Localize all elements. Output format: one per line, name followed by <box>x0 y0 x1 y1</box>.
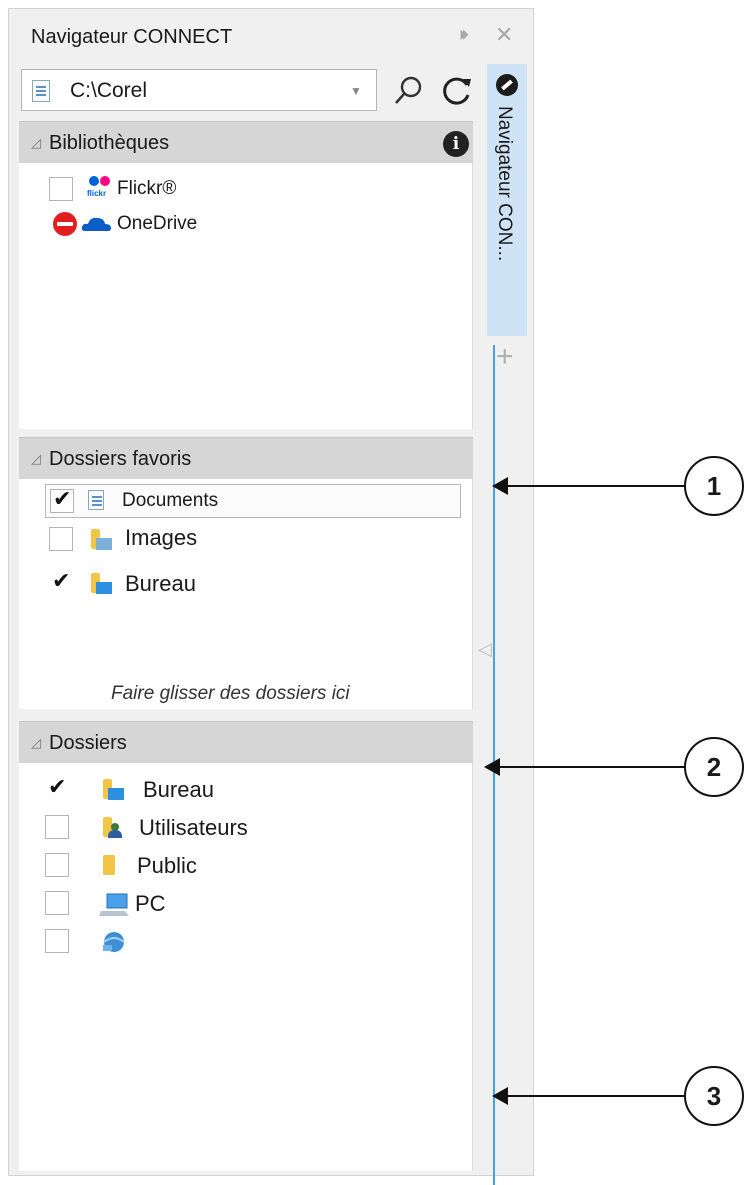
title-bar: Navigateur CONNECT ⏵⏵ ✕ <box>9 9 533 65</box>
add-tab-button[interactable]: + <box>496 340 514 374</box>
folder-item-public[interactable]: Public <box>45 849 305 883</box>
path-combobox[interactable]: C:\Corel ▼ <box>21 69 377 111</box>
favorite-item-documents[interactable]: ✔ Documents <box>45 484 461 518</box>
flickr-checkbox[interactable] <box>49 177 73 201</box>
flickr-icon: flickr <box>87 176 113 200</box>
chevron-down-icon[interactable]: ▼ <box>350 84 362 98</box>
libraries-list: flickr Flickr® OneDrive <box>19 163 473 429</box>
search-icon[interactable] <box>391 73 427 109</box>
folders-list: ✔ Bureau Utilisateurs Public PC <box>19 763 473 1171</box>
panel-title: Navigateur CONNECT <box>31 26 233 48</box>
drop-folders-hint: Faire glisser des dossiers ici <box>111 683 350 704</box>
folder-icon <box>103 779 125 801</box>
folder-icon <box>103 855 125 877</box>
users-folder-icon <box>103 817 125 839</box>
bureau-checkbox[interactable]: ✔ <box>45 775 69 801</box>
collapse-triangle-icon: ◿ <box>31 135 41 150</box>
callout-3: 3 <box>684 1066 744 1126</box>
connect-navigator-panel: Navigateur CONNECT ⏵⏵ ✕ C:\Corel ▼ ◿ Bib… <box>8 8 534 1185</box>
flickr-label: Flickr® <box>117 178 177 199</box>
folders-section-header[interactable]: ◿ Dossiers <box>19 721 473 763</box>
public-checkbox[interactable] <box>45 853 69 877</box>
folder-icon <box>91 573 113 595</box>
network-checkbox[interactable] <box>45 929 69 953</box>
collapse-triangle-icon: ◿ <box>31 451 41 466</box>
favorite-item-images[interactable]: Images <box>49 523 309 557</box>
public-label: Public <box>137 853 197 878</box>
utilisateurs-checkbox[interactable] <box>45 815 69 839</box>
bureau-label: Bureau <box>125 571 196 596</box>
images-folder-icon <box>91 529 113 551</box>
refresh-icon[interactable] <box>439 73 475 109</box>
favorites-list: ✔ Documents Images ✔ Bureau Faire glisse… <box>19 479 473 709</box>
documents-label: Documents <box>122 490 219 511</box>
bureau-checkbox[interactable]: ✔ <box>49 569 73 595</box>
callout-2: 2 <box>684 737 744 797</box>
library-item-onedrive[interactable]: OneDrive <box>49 207 309 241</box>
info-icon[interactable]: i <box>443 131 469 157</box>
folder-item-bureau[interactable]: ✔ Bureau <box>45 773 305 807</box>
utilisateurs-label: Utilisateurs <box>139 815 248 840</box>
connect-icon <box>496 74 518 96</box>
folders-title: Dossiers <box>49 732 127 754</box>
libraries-section-header[interactable]: ◿ Bibliothèques i <box>19 121 473 163</box>
callout-1: 1 <box>684 456 744 516</box>
favorites-section-header[interactable]: ◿ Dossiers favoris <box>19 437 473 479</box>
network-icon <box>103 932 125 952</box>
onedrive-label: OneDrive <box>117 213 198 234</box>
pc-label: PC <box>135 891 166 916</box>
folder-item-network[interactable] <box>45 925 305 959</box>
documents-checkbox[interactable]: ✔ <box>50 487 74 513</box>
callout-line <box>498 766 686 768</box>
favorites-title: Dossiers favoris <box>49 448 192 470</box>
pc-checkbox[interactable] <box>45 891 69 915</box>
close-icon[interactable]: ✕ <box>495 22 513 48</box>
document-icon <box>32 80 50 102</box>
path-value: C:\Corel <box>70 79 148 102</box>
collapse-arrow-icon[interactable]: ◁ <box>478 639 492 660</box>
favorite-item-bureau[interactable]: ✔ Bureau <box>49 567 309 601</box>
documents-icon <box>88 490 104 510</box>
tab-connect-navigator[interactable]: Navigateur CON... <box>487 64 527 336</box>
images-checkbox[interactable] <box>49 527 73 551</box>
bureau-label: Bureau <box>143 777 214 802</box>
folder-item-pc[interactable]: PC <box>45 887 305 921</box>
libraries-title: Bibliothèques <box>49 132 170 154</box>
callout-line <box>506 1095 686 1097</box>
blocked-icon <box>53 212 77 236</box>
tab-label: Navigateur CON... <box>494 106 515 262</box>
collapse-triangle-icon: ◿ <box>31 735 41 750</box>
onedrive-icon <box>81 217 111 231</box>
folder-item-utilisateurs[interactable]: Utilisateurs <box>45 811 305 845</box>
callout-line <box>506 485 686 487</box>
collapse-panel-icon[interactable]: ⏵⏵ <box>459 27 469 44</box>
library-item-flickr[interactable]: flickr Flickr® <box>49 173 309 207</box>
images-label: Images <box>125 525 198 550</box>
computer-icon <box>99 893 129 916</box>
